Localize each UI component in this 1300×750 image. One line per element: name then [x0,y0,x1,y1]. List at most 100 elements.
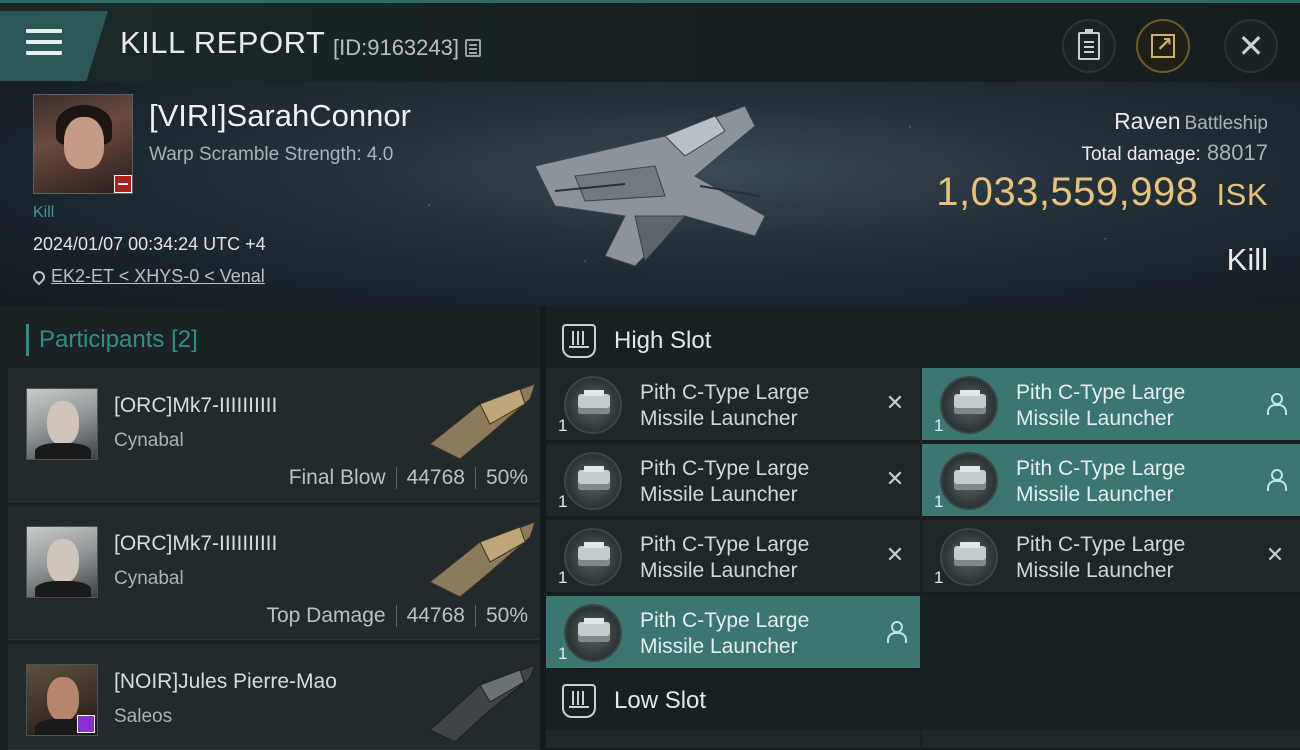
module-quantity: 1 [558,416,568,435]
location-link[interactable]: EK2-ET < XHYS-0 < Venal [51,266,265,287]
participant-ship: Cynabal [114,430,184,451]
destroyed-x-icon: ✕ [885,466,905,491]
module-quantity: 1 [934,568,944,587]
missile-launcher-icon [564,376,622,434]
hamburger-icon [26,29,62,62]
module-item[interactable]: 1 Pith C-Type Large Missile Launcher ✕ [546,520,920,594]
destroyed-x-icon: ✕ [1265,542,1285,567]
module-name: Pith C-Type Large Missile Launcher [1016,533,1186,582]
participant-damage: 44768 [406,604,465,627]
victim-ship-image [534,105,766,267]
participants-count: [2] [171,326,198,353]
dropped-person-icon [1264,468,1287,491]
copy-icon[interactable] [464,39,481,57]
security-status-icon [114,175,132,193]
security-status-icon [77,715,95,733]
kill-location[interactable]: EK2-ET < XHYS-0 < Venal [30,266,265,287]
module-item[interactable]: 1 Pith C-Type Large Missile Launcher [922,368,1300,442]
module-name: Pith C-Type Large Missile Launcher [640,381,810,430]
victim-ship: Raven Battleship [1114,108,1268,135]
victim-banner: [VIRI]SarahConnor Warp Scramble Strength… [0,82,1300,306]
high-slot-label: High Slot [614,327,712,354]
participant-role: Top Damage [266,604,386,627]
module-item[interactable]: 1 Pith C-Type Large Missile Launcher ✕ [546,444,920,518]
module-item[interactable]: 1 Pith C-Type Large Missile Launcher ✕ [922,520,1300,594]
participant-portrait[interactable] [26,664,98,736]
report-id-text: [ID:9163243] [333,35,459,60]
share-icon [1151,32,1175,58]
participants-panel: Participants [2] [ORC]Mk7-IIIIIIIIII Cyn… [0,306,540,750]
participants-header: Participants [2] [26,324,198,356]
participant-percent: 50% [485,466,528,489]
isk-unit: ISK [1216,177,1268,212]
module-item[interactable] [922,730,1300,750]
missile-launcher-icon [564,528,622,586]
module-item[interactable]: 1 Pith C-Type Large Missile Launcher [546,596,920,670]
participant-name: [ORC]Mk7-IIIIIIIIII [114,532,278,555]
share-button[interactable] [1136,19,1190,73]
kill-result: Kill [1226,242,1268,277]
participant-portrait[interactable] [26,526,98,598]
module-item[interactable]: 1 Pith C-Type Large Missile Launcher ✕ [546,368,920,442]
page-title: KILL REPORT [120,25,326,60]
participant-stats: Final Blow 44768 50% [289,466,528,490]
participant-row[interactable]: [ORC]Mk7-IIIIIIIIII Cynabal Top Damage 4… [8,506,540,640]
ship-name: Raven [1114,108,1181,134]
clipboard-button[interactable] [1062,19,1116,73]
participant-name: [NOIR]Jules Pierre-Mao [114,670,337,693]
missile-launcher-icon [940,376,998,434]
participant-row[interactable]: [NOIR]Jules Pierre-Mao Saleos [8,644,540,750]
kill-datetime: 2024/01/07 00:34:24 UTC +4 [33,234,266,254]
participants-title: Participants [39,326,165,353]
dropped-person-icon [1264,392,1287,415]
low-slot-header[interactable]: Low Slot [546,670,1300,732]
participant-ship: Cynabal [114,568,184,589]
high-slot-header[interactable]: High Slot [546,310,1300,372]
module-quantity: 1 [558,644,568,663]
ship-class: Battleship [1184,113,1268,134]
destroyed-x-icon: ✕ [885,390,905,415]
missile-launcher-icon [940,452,998,510]
module-quantity: 1 [934,416,944,435]
module-name: Pith C-Type Large Missile Launcher [640,457,810,506]
participant-ship: Saleos [114,706,173,727]
total-damage: Total damage: 88017 [1081,140,1268,166]
isk-amount: 1,033,559,998 [936,170,1199,214]
participant-role: Final Blow [288,466,386,489]
kill-tag: Kill [33,204,55,221]
victim-name[interactable]: [VIRI]SarahConnor [149,98,411,134]
slot-icon [562,324,596,358]
module-name: Pith C-Type Large Missile Launcher [1016,457,1186,506]
clipboard-icon [1078,29,1100,60]
total-damage-value: 88017 [1206,140,1268,165]
warp-scramble-strength: Warp Scramble Strength: 4.0 [149,144,394,165]
header-bar: KILL REPORT [ID:9163243] ✕ [0,0,1300,82]
close-icon: ✕ [1237,28,1265,64]
module-name: Pith C-Type Large Missile Launcher [640,609,810,658]
participant-percent: 50% [485,604,528,627]
participant-damage: 44768 [406,466,465,489]
module-quantity: 1 [558,568,568,587]
module-item[interactable] [546,730,920,750]
module-quantity: 1 [934,492,944,511]
location-pin-icon [30,268,48,285]
report-id[interactable]: [ID:9163243] [333,35,481,61]
participant-ship-image [429,383,536,460]
participant-stats: Top Damage 44768 50% [266,604,528,628]
fitting-panel: High Slot 1 Pith C-Type Large Missile Lau… [546,306,1300,750]
participant-name: [ORC]Mk7-IIIIIIIIII [114,394,278,417]
module-item[interactable]: 1 Pith C-Type Large Missile Launcher [922,444,1300,518]
destroyed-x-icon: ✕ [885,542,905,567]
module-quantity: 1 [558,492,568,511]
module-name: Pith C-Type Large Missile Launcher [1016,381,1186,430]
menu-button[interactable] [0,11,108,81]
module-name: Pith C-Type Large Missile Launcher [640,533,810,582]
victim-portrait[interactable] [33,94,133,194]
participant-row[interactable]: [ORC]Mk7-IIIIIIIIII Cynabal Final Blow 4… [8,368,540,502]
slot-icon [562,684,596,718]
missile-launcher-icon [940,528,998,586]
close-button[interactable]: ✕ [1224,19,1278,73]
total-damage-label: Total damage: [1081,144,1201,165]
participant-portrait[interactable] [26,388,98,460]
low-slot-label: Low Slot [614,687,707,714]
